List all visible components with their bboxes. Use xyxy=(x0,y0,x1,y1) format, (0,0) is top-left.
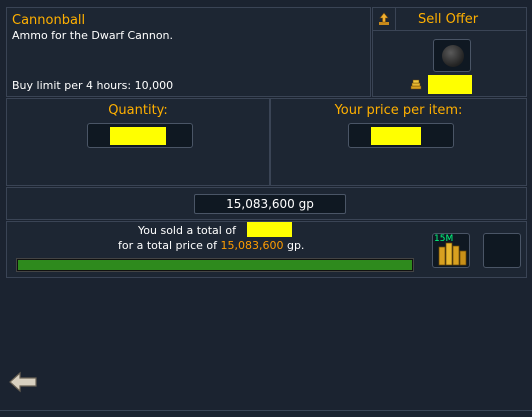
status-line-1-text: You sold a total of xyxy=(138,224,236,237)
item-count-redacted xyxy=(428,75,472,94)
back-arrow-icon xyxy=(8,371,38,393)
quantity-panel: Quantity: xyxy=(6,98,270,186)
quantity-label: Quantity: xyxy=(108,103,168,118)
collect-coins-slot[interactable]: 15M xyxy=(432,233,470,268)
progress-bar-fill xyxy=(18,260,412,270)
offer-type-header: Sell Offer xyxy=(373,8,526,31)
offer-type-panel: Sell Offer xyxy=(372,7,527,97)
item-examine: Ammo for the Dwarf Cannon. xyxy=(12,29,174,42)
back-button[interactable] xyxy=(8,371,38,393)
sold-quantity-redacted xyxy=(247,222,292,237)
coin-stack-icon xyxy=(410,78,422,90)
total-price-field: 15,083,600 gp xyxy=(194,194,346,214)
collect-item-slot[interactable] xyxy=(483,233,521,268)
total-panel: 15,083,600 gp xyxy=(6,187,527,220)
status-panel: You sold a total of for a total price of… xyxy=(6,221,527,278)
price-redacted xyxy=(371,127,421,145)
status-line-2-suffix: gp. xyxy=(286,239,305,252)
progress-bar xyxy=(16,258,414,272)
status-line-2-amount: 15,083,600 xyxy=(220,239,284,252)
status-line-2-prefix: for a total price of xyxy=(118,239,217,252)
price-panel: Your price per item: xyxy=(270,98,527,186)
price-label: Your price per item: xyxy=(334,103,463,118)
item-name: Cannonball xyxy=(12,13,86,28)
cannonball-icon xyxy=(442,45,464,67)
status-line-2: for a total price of 15,083,600 gp. xyxy=(118,239,304,252)
quantity-field[interactable] xyxy=(87,123,193,148)
bottom-border xyxy=(0,410,532,411)
item-icon-slot xyxy=(433,39,471,72)
status-line-1: You sold a total of xyxy=(138,224,236,237)
offer-type-label: Sell Offer xyxy=(418,12,479,27)
item-info-panel: Cannonball Ammo for the Dwarf Cannon. Bu… xyxy=(6,7,371,97)
price-field[interactable] xyxy=(348,123,454,148)
sell-arrow-icon xyxy=(378,12,390,26)
buy-limit: Buy limit per 4 hours: 10,000 xyxy=(12,79,174,92)
header-divider xyxy=(395,8,396,30)
quantity-redacted xyxy=(110,127,166,145)
total-price-value: 15,083,600 gp xyxy=(226,197,314,211)
coins-stack-count: 15M xyxy=(434,234,454,244)
